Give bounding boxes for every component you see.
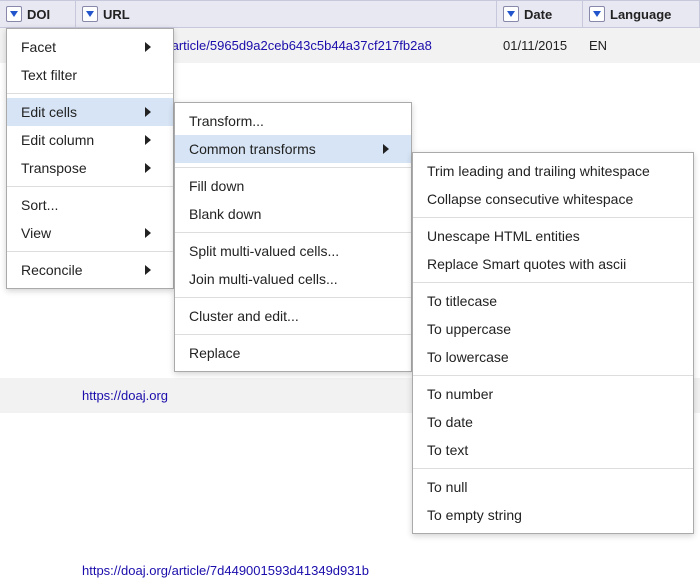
menu-label: Trim leading and trailing whitespace xyxy=(427,163,650,179)
table-row[interactable]: https://doaj.org/article/7d449001593d413… xyxy=(0,553,700,588)
chevron-right-icon xyxy=(145,163,151,173)
menu-label: Cluster and edit... xyxy=(189,308,299,324)
menu-label: Common transforms xyxy=(189,141,316,157)
menu-label: Transform... xyxy=(189,113,264,129)
menu-label: Transpose xyxy=(21,160,87,176)
common-transforms-submenu: Trim leading and trailing whitespace Col… xyxy=(412,152,694,534)
menu-label: To uppercase xyxy=(427,321,511,337)
menu-separator xyxy=(413,468,693,469)
menu-item-view[interactable]: View xyxy=(7,219,173,247)
menu-separator xyxy=(7,251,173,252)
table-header: DOI URL Date Language xyxy=(0,0,700,28)
menu-label: To date xyxy=(427,414,473,430)
menu-item-blank-down[interactable]: Blank down xyxy=(175,200,411,228)
menu-item-join-cells[interactable]: Join multi-valued cells... xyxy=(175,265,411,293)
column-label: Language xyxy=(610,7,671,22)
chevron-right-icon xyxy=(145,265,151,275)
menu-separator xyxy=(7,186,173,187)
menu-item-sort[interactable]: Sort... xyxy=(7,191,173,219)
menu-item-unescape-html[interactable]: Unescape HTML entities xyxy=(413,222,693,250)
menu-separator xyxy=(7,93,173,94)
menu-label: To text xyxy=(427,442,468,458)
menu-label: Reconcile xyxy=(21,262,82,278)
menu-separator xyxy=(175,334,411,335)
menu-label: Blank down xyxy=(189,206,261,222)
menu-item-cluster-edit[interactable]: Cluster and edit... xyxy=(175,302,411,330)
chevron-right-icon xyxy=(145,135,151,145)
menu-item-common-transforms[interactable]: Common transforms xyxy=(175,135,411,163)
menu-label: Fill down xyxy=(189,178,244,194)
menu-label: Edit column xyxy=(21,132,94,148)
menu-item-replace[interactable]: Replace xyxy=(175,339,411,367)
menu-label: To lowercase xyxy=(427,349,509,365)
column-header-language[interactable]: Language xyxy=(583,1,700,27)
menu-item-edit-cells[interactable]: Edit cells xyxy=(7,98,173,126)
menu-item-collapse-whitespace[interactable]: Collapse consecutive whitespace xyxy=(413,185,693,213)
menu-item-edit-column[interactable]: Edit column xyxy=(7,126,173,154)
column-label: Date xyxy=(524,7,552,22)
menu-label: To titlecase xyxy=(427,293,497,309)
menu-item-fill-down[interactable]: Fill down xyxy=(175,172,411,200)
menu-label: To null xyxy=(427,479,467,495)
menu-item-transpose[interactable]: Transpose xyxy=(7,154,173,182)
dropdown-icon[interactable] xyxy=(6,6,22,22)
menu-item-to-empty-string[interactable]: To empty string xyxy=(413,501,693,529)
menu-separator xyxy=(413,282,693,283)
menu-item-to-null[interactable]: To null xyxy=(413,473,693,501)
menu-label: Unescape HTML entities xyxy=(427,228,580,244)
cell-url[interactable]: https://doaj.org/article/7d449001593d413… xyxy=(76,563,497,578)
column-label: URL xyxy=(103,7,130,22)
dropdown-icon[interactable] xyxy=(503,6,519,22)
menu-item-to-number[interactable]: To number xyxy=(413,380,693,408)
dropdown-icon[interactable] xyxy=(82,6,98,22)
menu-item-reconcile[interactable]: Reconcile xyxy=(7,256,173,284)
menu-item-transform[interactable]: Transform... xyxy=(175,107,411,135)
menu-label: Facet xyxy=(21,39,56,55)
dropdown-icon[interactable] xyxy=(589,6,605,22)
menu-separator xyxy=(175,167,411,168)
menu-item-replace-smart-quotes[interactable]: Replace Smart quotes with ascii xyxy=(413,250,693,278)
column-header-date[interactable]: Date xyxy=(497,1,583,27)
chevron-right-icon xyxy=(145,42,151,52)
menu-label: Replace Smart quotes with ascii xyxy=(427,256,626,272)
menu-label: Split multi-valued cells... xyxy=(189,243,339,259)
menu-item-to-titlecase[interactable]: To titlecase xyxy=(413,287,693,315)
cell-language: EN xyxy=(583,38,700,53)
menu-item-to-lowercase[interactable]: To lowercase xyxy=(413,343,693,371)
menu-label: Sort... xyxy=(21,197,58,213)
menu-label: Replace xyxy=(189,345,240,361)
column-menu: Facet Text filter Edit cells Edit column… xyxy=(6,28,174,289)
cell-date: 01/11/2015 xyxy=(497,38,583,53)
column-header-url[interactable]: URL xyxy=(76,1,497,27)
menu-separator xyxy=(175,297,411,298)
menu-item-facet[interactable]: Facet xyxy=(7,33,173,61)
chevron-right-icon xyxy=(383,144,389,154)
menu-label: To number xyxy=(427,386,493,402)
menu-item-to-text[interactable]: To text xyxy=(413,436,693,464)
menu-label: To empty string xyxy=(427,507,522,523)
menu-label: Join multi-valued cells... xyxy=(189,271,338,287)
menu-item-to-uppercase[interactable]: To uppercase xyxy=(413,315,693,343)
edit-cells-submenu: Transform... Common transforms Fill down… xyxy=(174,102,412,372)
chevron-right-icon xyxy=(145,107,151,117)
menu-item-trim-whitespace[interactable]: Trim leading and trailing whitespace xyxy=(413,157,693,185)
menu-separator xyxy=(413,375,693,376)
column-label: DOI xyxy=(27,7,50,22)
menu-label: View xyxy=(21,225,51,241)
menu-label: Collapse consecutive whitespace xyxy=(427,191,633,207)
menu-item-text-filter[interactable]: Text filter xyxy=(7,61,173,89)
menu-separator xyxy=(413,217,693,218)
column-header-doi[interactable]: DOI xyxy=(0,1,76,27)
menu-label: Text filter xyxy=(21,67,77,83)
menu-item-to-date[interactable]: To date xyxy=(413,408,693,436)
menu-separator xyxy=(175,232,411,233)
menu-item-split-cells[interactable]: Split multi-valued cells... xyxy=(175,237,411,265)
chevron-right-icon xyxy=(145,228,151,238)
menu-label: Edit cells xyxy=(21,104,77,120)
